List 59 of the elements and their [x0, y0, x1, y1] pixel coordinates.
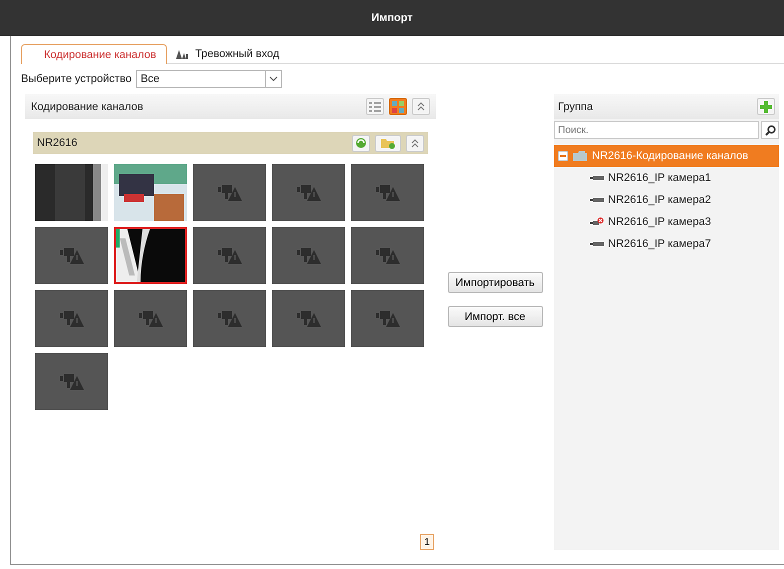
- collapse-button[interactable]: [412, 98, 430, 115]
- camera-warning-icon: [376, 248, 400, 264]
- channel-tile[interactable]: [272, 164, 345, 221]
- plus-icon: [760, 100, 772, 112]
- collapse-button[interactable]: [406, 134, 424, 152]
- channel-tile[interactable]: [114, 290, 187, 347]
- device-label: Выберите устройство: [21, 73, 132, 85]
- channel-tile[interactable]: [351, 290, 424, 347]
- folder-icon: [573, 151, 587, 161]
- search-field[interactable]: Поиск.: [554, 121, 760, 139]
- channel-tile[interactable]: [35, 353, 108, 410]
- camera-warning-icon: [218, 184, 242, 200]
- camera-warning-icon: [60, 248, 84, 264]
- channel-tile[interactable]: [272, 290, 345, 347]
- device-dropdown[interactable]: Все: [136, 70, 282, 88]
- channel-tile[interactable]: [193, 290, 266, 347]
- search-icon: [764, 124, 776, 136]
- collapse-icon: [558, 151, 568, 161]
- channel-tile[interactable]: [351, 164, 424, 221]
- search-button[interactable]: [761, 121, 779, 139]
- panel-title: Кодирование каналов: [31, 100, 144, 112]
- channel-tile[interactable]: [35, 227, 108, 284]
- camera-warning-icon: [376, 310, 400, 326]
- refresh-icon: [355, 137, 367, 149]
- import-button[interactable]: Импортировать: [448, 272, 542, 293]
- double-chevron-up-icon: [417, 102, 425, 111]
- add-button[interactable]: [757, 98, 775, 115]
- channel-tile[interactable]: [272, 227, 345, 284]
- import-button[interactable]: Импорт. все: [448, 306, 542, 327]
- tab[interactable]: Кодирование каналов: [21, 44, 168, 64]
- list-icon: [369, 102, 381, 112]
- list-view-button[interactable]: [366, 98, 384, 115]
- grid-view-button[interactable]: [389, 98, 407, 115]
- camera-warning-icon: [296, 310, 320, 326]
- channel-tile[interactable]: [351, 227, 424, 284]
- camera-warning-icon: [296, 248, 320, 264]
- folder-add-icon: [380, 137, 396, 149]
- camera-warning-icon: [138, 310, 162, 326]
- tree-item[interactable]: NR2616_IP камера1: [554, 167, 779, 189]
- refresh-button[interactable]: [352, 134, 370, 152]
- page-button[interactable]: 1: [420, 534, 434, 550]
- camera-warning-icon: [60, 374, 84, 390]
- grid-icon: [392, 100, 404, 112]
- double-chevron-up-icon: [411, 138, 419, 148]
- camera-warning-icon: [60, 310, 84, 326]
- tree-item[interactable]: NR2616_IP камера7: [554, 233, 779, 255]
- channel-tile[interactable]: [193, 227, 266, 284]
- channel-tile[interactable]: [35, 290, 108, 347]
- camera-warning-icon: [296, 184, 320, 200]
- panel-title: Группа: [558, 100, 593, 112]
- camera-warning-icon: [218, 248, 242, 264]
- device-name: NR2616: [37, 137, 78, 149]
- tree-item[interactable]: NR2616_IP камера2: [554, 189, 779, 211]
- camera-warning-icon: [218, 310, 242, 326]
- tree-item[interactable]: NR2616_IP камера3: [554, 211, 779, 233]
- window-title: Импорт: [371, 12, 413, 24]
- camera-warning-icon: [376, 184, 400, 200]
- add-folder-button[interactable]: [375, 134, 401, 152]
- channel-tile[interactable]: [193, 164, 266, 221]
